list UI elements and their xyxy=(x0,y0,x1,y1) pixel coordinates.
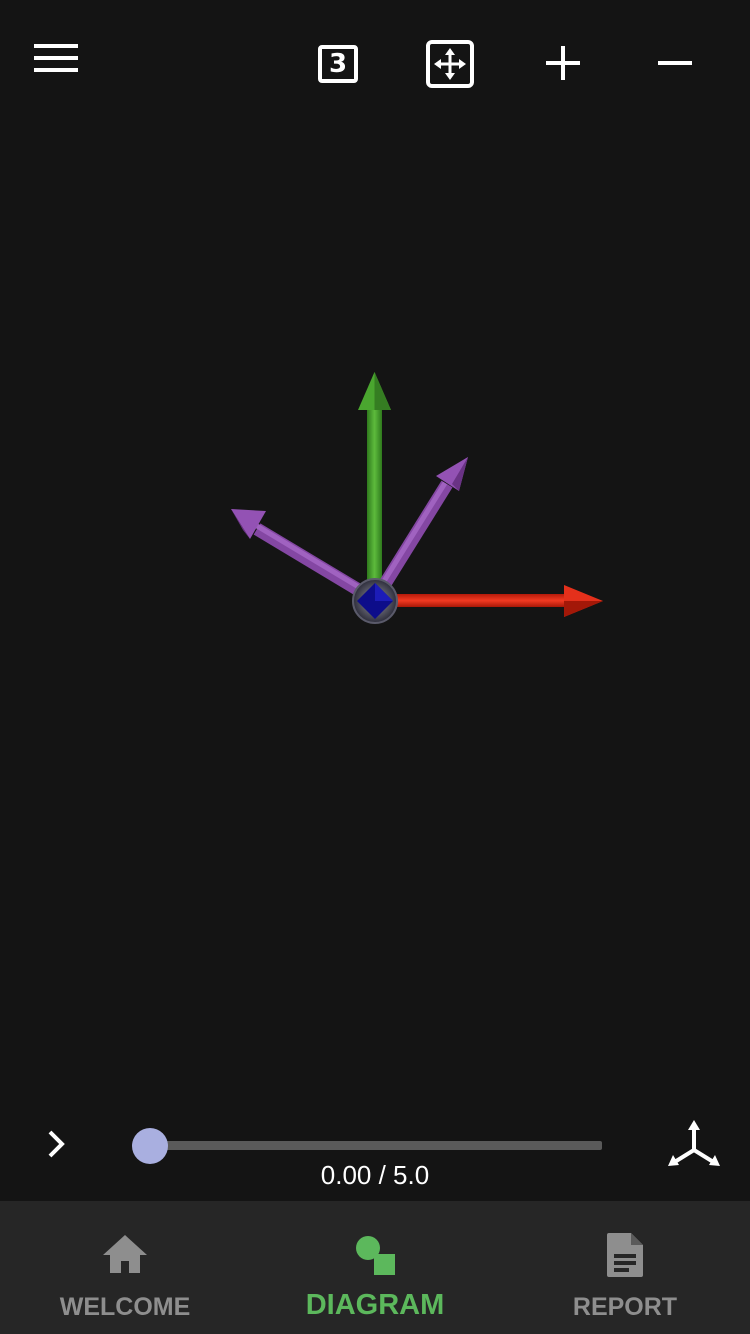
nav-item-welcome[interactable]: WELCOME xyxy=(0,1201,250,1334)
diagram-shapes-icon xyxy=(356,1236,395,1275)
nav-label-diagram: DIAGRAM xyxy=(305,1289,445,1321)
nav-item-diagram[interactable]: DIAGRAM xyxy=(250,1201,500,1334)
vector-diagram xyxy=(231,372,603,624)
menu-button[interactable] xyxy=(28,36,84,80)
vector-arrow-purple-left xyxy=(231,509,366,598)
plus-icon xyxy=(546,46,580,80)
time-slider[interactable] xyxy=(132,1128,602,1164)
time-slider-thumb[interactable] xyxy=(132,1128,168,1164)
axes-toggle-button[interactable] xyxy=(664,1118,724,1174)
minus-icon xyxy=(658,61,692,65)
fit-to-screen-button[interactable] xyxy=(424,38,476,90)
fit-to-screen-icon xyxy=(426,40,474,88)
nav-item-report[interactable]: REPORT xyxy=(500,1201,750,1334)
hamburger-menu-icon xyxy=(34,44,78,72)
view-mode-label: 3 xyxy=(318,45,358,83)
nav-label-report: REPORT xyxy=(572,1293,678,1321)
home-icon xyxy=(103,1235,147,1273)
vector-arrow-purple-right xyxy=(377,457,468,591)
vector-arrow-green xyxy=(358,372,391,586)
document-icon xyxy=(607,1233,643,1277)
nav-label-welcome: WELCOME xyxy=(59,1293,191,1321)
time-slider-track[interactable] xyxy=(148,1141,602,1150)
app-screen: 3 0.00 / 5.0 WELCOME DIAGRAM REPORT xyxy=(0,0,750,1334)
origin-node[interactable] xyxy=(352,578,398,624)
vector-arrow-red xyxy=(392,585,603,617)
bottom-nav: WELCOME DIAGRAM REPORT xyxy=(0,1201,750,1334)
time-readout: 0.00 / 5.0 xyxy=(320,1160,430,1190)
zoom-out-button[interactable] xyxy=(650,38,700,88)
diagram-viewport[interactable] xyxy=(0,100,750,1100)
zoom-in-button[interactable] xyxy=(538,38,588,88)
coordinate-axes-icon xyxy=(668,1120,720,1166)
view-3d-button[interactable]: 3 xyxy=(312,38,364,90)
